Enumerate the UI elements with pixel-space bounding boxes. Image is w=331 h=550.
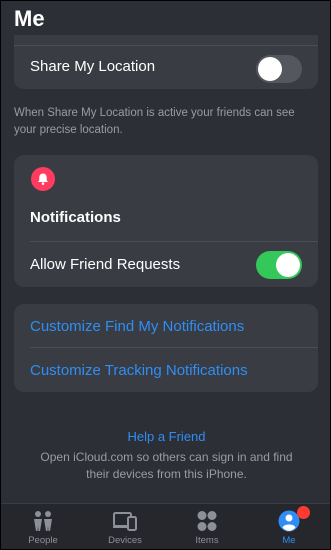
toggle-knob <box>258 57 282 81</box>
share-location-card: Share My Location <box>14 35 318 89</box>
tab-label: People <box>28 535 58 546</box>
notifications-title: Notifications <box>30 209 121 226</box>
share-location-toggle[interactable] <box>256 55 302 83</box>
share-location-footnote: When Share My Location is active your fr… <box>14 107 295 136</box>
tab-label: Me <box>282 535 296 546</box>
toggle-knob <box>276 253 300 277</box>
tab-label: Devices <box>108 535 142 546</box>
notifications-card: Notifications Allow Friend Requests <box>14 155 318 287</box>
share-location-label: Share My Location <box>30 58 156 75</box>
notification-badge <box>297 506 310 519</box>
bell-icon <box>31 167 55 191</box>
allow-friend-requests-label: Allow Friend Requests <box>30 256 181 273</box>
help-description: Open iCloud.com so others can sign in an… <box>40 450 293 481</box>
customize-tracking-notifications-link[interactable]: Customize Tracking Notifications <box>30 362 248 379</box>
tab-me[interactable]: Me <box>259 504 319 549</box>
card-divider <box>14 45 318 46</box>
page-title: Me <box>14 6 45 31</box>
tab-people[interactable]: People <box>13 504 73 549</box>
allow-friend-requests-toggle[interactable] <box>256 251 302 279</box>
people-icon <box>34 511 52 531</box>
devices-icon <box>113 512 137 531</box>
row-divider <box>30 347 318 348</box>
items-icon <box>197 511 217 531</box>
me-screen: Share My Location Me When Share My Locat… <box>0 0 331 550</box>
tab-bar: People Devices Items Me <box>1 503 330 549</box>
customize-links-card: Customize Find My Notifications Customiz… <box>14 304 318 392</box>
tab-items[interactable]: Items <box>177 504 237 549</box>
tab-devices[interactable]: Devices <box>95 504 155 549</box>
help-a-friend-link[interactable]: Help a Friend <box>1 429 330 444</box>
tab-label: Items <box>195 535 219 546</box>
header: Me <box>1 1 330 35</box>
row-divider <box>30 241 318 242</box>
customize-find-my-notifications-link[interactable]: Customize Find My Notifications <box>30 318 244 335</box>
